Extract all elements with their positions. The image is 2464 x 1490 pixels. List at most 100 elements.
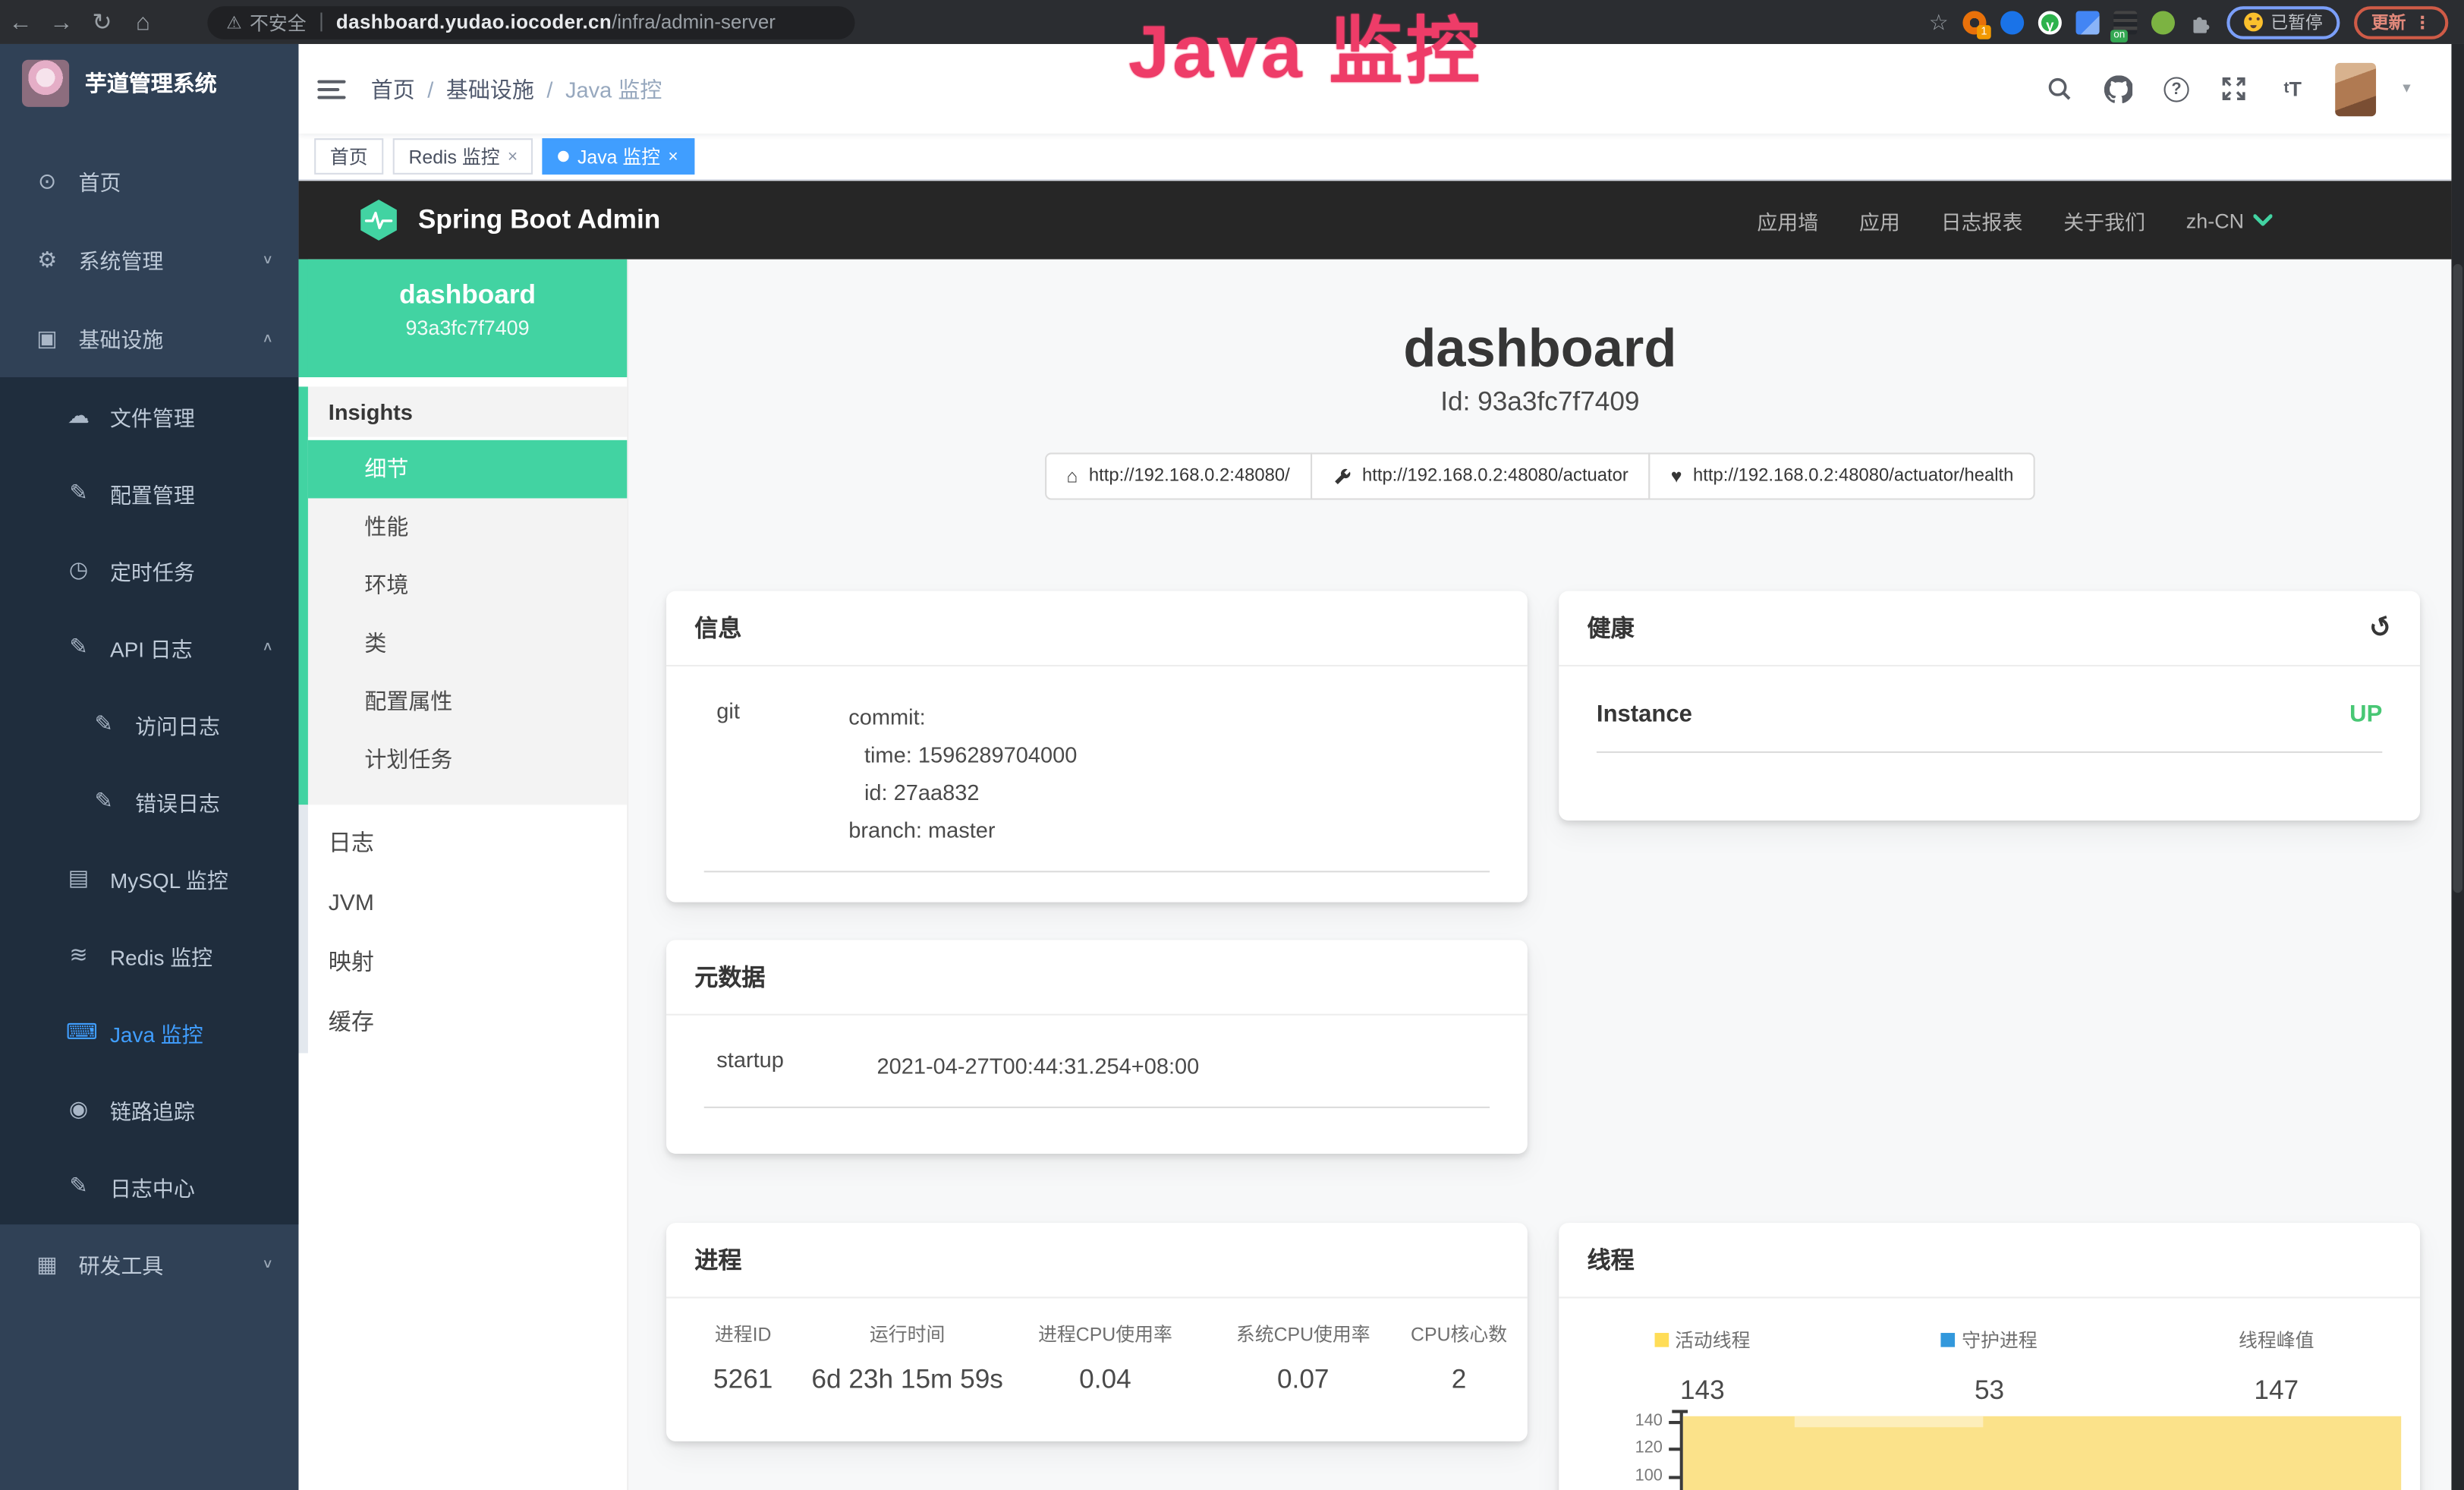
dashboard-icon: ⊙ [35,168,60,194]
font-size-icon[interactable]: tT [2277,73,2308,104]
sidebar-item-scheduled-jobs[interactable]: ◷ 定时任务 [0,531,298,608]
service-url-button[interactable]: ⌂ http://192.168.0.2:48080/ [1044,452,1311,499]
history-icon[interactable]: ↺ [2365,610,2396,647]
eye-icon: ◉ [66,1095,91,1122]
sidebar-logo[interactable]: 芋道管理系统 [0,44,298,123]
extension-badge: 1 [1977,24,1991,39]
sidebar-item-access-log[interactable]: ✎ 访问日志 [0,685,298,762]
forward-icon[interactable]: → [41,8,82,35]
update-button[interactable]: 更新 ⋮ [2354,5,2448,38]
sidebar-item-system[interactable]: ⚙ 系统管理 ∨ [0,220,298,299]
github-icon[interactable] [2103,73,2134,104]
card-title: 进程 [666,1223,1528,1298]
sba-nav-journal[interactable]: 日志报表 [1941,205,2023,235]
sidebar-item-label: 系统管理 [79,244,164,275]
tab-label: Redis 监控 [408,143,499,169]
sba-main: dashboard Id: 93a3fc7f7409 ⌂ http://192.… [628,260,2451,1490]
sba-menu-classes[interactable]: 类 [308,615,627,673]
sba-menu-environment[interactable]: 环境 [308,556,627,615]
extension-icon-green-y[interactable]: y [2038,10,2062,33]
breadcrumb-infra[interactable]: 基础设施 [446,73,534,104]
close-icon[interactable]: × [508,147,518,166]
sidebar-item-log-center[interactable]: ✎ 日志中心 [0,1148,298,1224]
extension-icon-pin[interactable] [2000,10,2024,33]
threads-chart: 140 120 100 [1559,1408,2420,1490]
metadata-card: 元数据 startup 2021-04-27T00:44:31.254+08:0… [666,940,1528,1154]
sba-menu-details[interactable]: 细节 [308,440,627,499]
help-icon[interactable]: ? [2160,73,2192,104]
breadcrumb-home[interactable]: 首页 [371,73,415,104]
thread-stats: 活动线程 143 守护进程 53 线程峰值 147 [1559,1298,2420,1407]
breadcrumb-current: Java 监控 [565,73,662,104]
sidebar-item-java-monitor[interactable]: ⌨ Java 监控 [0,994,298,1070]
wrench-icon [1333,467,1352,486]
tab-home[interactable]: 首页 [314,138,383,175]
sidebar-item-error-log[interactable]: ✎ 错误日志 [0,762,298,839]
scrollbar-thumb[interactable] [2453,264,2462,893]
reload-icon[interactable]: ↻ [82,8,123,36]
y-tick-140: 140 [1616,1412,1663,1431]
extension-icon-leaf[interactable] [2151,10,2175,33]
paused-pill[interactable]: 已暂停 [2226,5,2340,38]
tick-mark [1669,1421,1682,1424]
sba-nav-wallboard[interactable]: 应用墙 [1757,205,1818,235]
page-scrollbar[interactable] [2451,44,2464,1490]
extension-icon-orange[interactable]: 1 [1962,10,1986,33]
tab-redis-monitor[interactable]: Redis 监控 × [393,138,533,175]
sidebar-item-infra[interactable]: ▣ 基础设施 ∧ [0,298,298,377]
locale-selector[interactable]: zh-CN [2186,208,2273,232]
sba-menu-logs[interactable]: 日志 [308,814,627,874]
metadata-value: 2021-04-27T00:44:31.254+08:00 [877,1047,1200,1085]
home-icon[interactable]: ⌂ [123,8,164,35]
avatar[interactable] [2335,62,2376,115]
sidebar-item-redis-monitor[interactable]: ≋ Redis 监控 [0,916,298,993]
database-icon: ▤ [66,865,91,891]
sidebar-item-tracing[interactable]: ◉ 链路追踪 [0,1070,298,1147]
stat-daemon-threads: 守护进程 53 [1846,1327,2132,1407]
extension-icon-list[interactable]: on [2113,10,2137,33]
briefcase-icon: ▦ [35,1250,60,1277]
y-tick-120: 120 [1616,1438,1663,1457]
tab-java-monitor[interactable]: Java 监控 × [543,138,694,175]
sba-menu-scheduled-tasks[interactable]: 计划任务 [308,731,627,789]
sba-menu-metrics[interactable]: 性能 [308,498,627,556]
close-icon[interactable]: × [668,147,678,166]
sidebar-item-home[interactable]: ⊙ 首页 [0,141,298,220]
hamburger-icon[interactable] [317,74,345,102]
address-bar[interactable]: ⚠ 不安全 dashboard.yudao.iocoder.cn /infra/… [207,5,854,38]
extensions-puzzle-icon[interactable] [2189,10,2213,33]
sba-menu-config-props[interactable]: 配置属性 [308,673,627,731]
sidebar-item-mysql-monitor[interactable]: ▤ MySQL 监控 [0,840,298,916]
sba-bottom-menu: 日志 JVM 映射 缓存 [298,805,627,1053]
security-label[interactable]: 不安全 [250,8,307,35]
sba-app-header[interactable]: dashboard 93a3fc7f7409 [298,260,627,377]
fullscreen-icon[interactable] [2219,73,2250,104]
instance-title: dashboard [628,319,2451,380]
sba-insights-menu: Insights 细节 性能 环境 类 配置属性 计划任务 [298,386,627,805]
browser-menu-icon[interactable]: ⋮ [2414,12,2431,33]
breadcrumb: 首页 / 基础设施 / Java 监控 [371,73,662,104]
sidebar-item-api-log[interactable]: ✎ API 日志 ∧ [0,608,298,685]
health-url-button[interactable]: ♥ http://192.168.0.2:48080/actuator/heal… [1649,452,2036,499]
screenshot-stage: ← → ↻ ⌂ ⚠ 不安全 dashboard.yudao.iocoder.cn… [0,0,2464,1490]
url-path: /infra/admin-server [612,11,776,33]
sba-nav-about[interactable]: 关于我们 [2063,205,2145,235]
chevron-down-icon: ∨ [262,1257,273,1271]
actuator-url-button[interactable]: http://192.168.0.2:48080/actuator [1311,452,1651,499]
back-icon[interactable]: ← [0,8,41,35]
bookmark-star-icon[interactable]: ☆ [1929,8,1949,35]
sidebar-item-file-mgmt[interactable]: ☁ 文件管理 [0,377,298,454]
search-icon[interactable] [2044,73,2075,104]
sidebar-item-config-mgmt[interactable]: ✎ 配置管理 [0,454,298,531]
sba-menu-section-title: Insights [308,386,627,439]
sba-menu-jvm[interactable]: JVM [308,874,627,934]
divider [298,377,627,386]
sba-logo-icon [358,198,399,242]
health-card: 健康 ↺ Instance UP [1559,591,2420,821]
sba-menu-caches[interactable]: 缓存 [308,994,627,1054]
extension-icon-squares[interactable] [2076,10,2100,33]
sidebar-item-devtools[interactable]: ▦ 研发工具 ∨ [0,1224,298,1303]
user-caret-down-icon[interactable]: ▾ [2403,80,2410,98]
sba-menu-mappings[interactable]: 映射 [308,934,627,994]
sba-nav-applications[interactable]: 应用 [1859,205,1900,235]
